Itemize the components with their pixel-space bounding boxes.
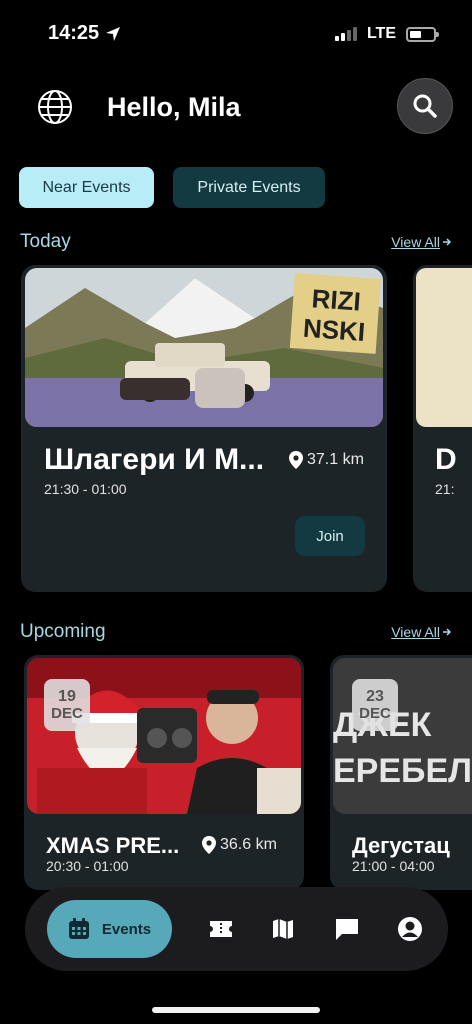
map-icon <box>273 919 293 939</box>
event-filter-tabs: Near Events Private Events <box>19 167 325 208</box>
tab-private-events[interactable]: Private Events <box>173 167 325 208</box>
tab-near-events[interactable]: Near Events <box>19 167 154 208</box>
upcoming-view-all-link[interactable]: View All <box>391 624 452 640</box>
status-indicators: LTE <box>334 25 439 43</box>
location-pin-icon <box>289 451 303 469</box>
status-bar: 14:25 LTE <box>0 0 472 70</box>
status-time-text: 14:25 <box>48 22 100 44</box>
profile-icon <box>398 917 422 941</box>
upcoming-event-card[interactable]: 19 DEC XMAS PRE... 36.6 km 20:30 - 01:00 <box>24 655 304 890</box>
event-time: 21:00 - 04:00 <box>352 858 435 874</box>
location-pin-icon <box>202 836 216 854</box>
date-badge: 23 DEC <box>352 679 398 731</box>
nav-events-label: Events <box>101 920 152 938</box>
view-all-label: View All <box>391 624 440 640</box>
date-badge: 19 DEC <box>44 679 90 731</box>
ticket-icon <box>210 921 232 937</box>
status-time: 14:25 <box>48 22 121 45</box>
nav-profile-button[interactable] <box>397 916 423 942</box>
location-arrow-icon <box>106 26 121 41</box>
event-poster-image: RIZI NSKI <box>25 268 383 427</box>
distance-text: 37.1 km <box>307 451 364 468</box>
event-time: 20:30 - 01:00 <box>46 858 129 874</box>
globe-icon[interactable] <box>36 88 74 126</box>
event-time: 21: <box>435 481 455 497</box>
view-all-label: View All <box>391 234 440 250</box>
event-time: 21:30 - 01:00 <box>44 481 127 497</box>
join-button[interactable]: Join <box>295 516 365 556</box>
today-event-card[interactable]: RIZI NSKI Шлагери И М... 37.1 km 21:30 -… <box>21 265 387 592</box>
search-icon <box>413 94 437 118</box>
event-poster-image <box>416 268 472 427</box>
event-title: Шлагери И М... <box>44 443 265 476</box>
event-distance: 37.1 km <box>289 451 364 469</box>
date-day: 19 <box>58 687 76 705</box>
upcoming-event-card-next[interactable]: ДЖЕК ЕРЕБЕЛ 23 DEC Дегустац 21:00 - 04:0… <box>330 655 472 890</box>
battery-icon <box>406 26 439 42</box>
today-event-card-next[interactable]: D 21: <box>413 265 472 592</box>
greeting: Hello, Mila <box>107 92 241 122</box>
upcoming-title: Upcoming <box>20 621 106 642</box>
svg-text:RIZI: RIZI <box>311 283 362 316</box>
date-month: DEC <box>359 704 391 722</box>
nav-tickets-button[interactable] <box>208 916 234 942</box>
today-section-header: Today View All <box>20 230 452 254</box>
svg-text:ЕРЕБЕЛ: ЕРЕБЕЛ <box>333 752 472 790</box>
upcoming-section-header: Upcoming View All <box>20 620 452 644</box>
event-distance: 36.6 km <box>202 836 277 854</box>
nav-map-button[interactable] <box>270 916 296 942</box>
event-title: XMAS PRE... <box>46 833 180 858</box>
network-label: LTE <box>366 25 396 42</box>
event-title: D <box>435 443 457 476</box>
calendar-icon <box>68 918 89 939</box>
event-title: Дегустац <box>352 833 450 858</box>
home-indicator <box>152 1007 320 1013</box>
arrow-right-icon <box>443 238 452 246</box>
nav-chat-button[interactable] <box>334 916 360 942</box>
header: Hello, Mila <box>0 78 472 138</box>
svg-text:NSKI: NSKI <box>302 313 366 347</box>
nav-events-button[interactable]: Events <box>47 900 172 958</box>
date-month: DEC <box>51 704 83 722</box>
bottom-navigation: Events <box>25 887 448 971</box>
search-button[interactable] <box>397 78 453 134</box>
today-title: Today <box>20 231 71 252</box>
chat-icon <box>336 919 358 940</box>
today-view-all-link[interactable]: View All <box>391 234 452 250</box>
distance-text: 36.6 km <box>220 836 277 853</box>
date-day: 23 <box>366 687 384 705</box>
arrow-right-icon <box>443 628 452 636</box>
signal-icon <box>334 27 357 41</box>
